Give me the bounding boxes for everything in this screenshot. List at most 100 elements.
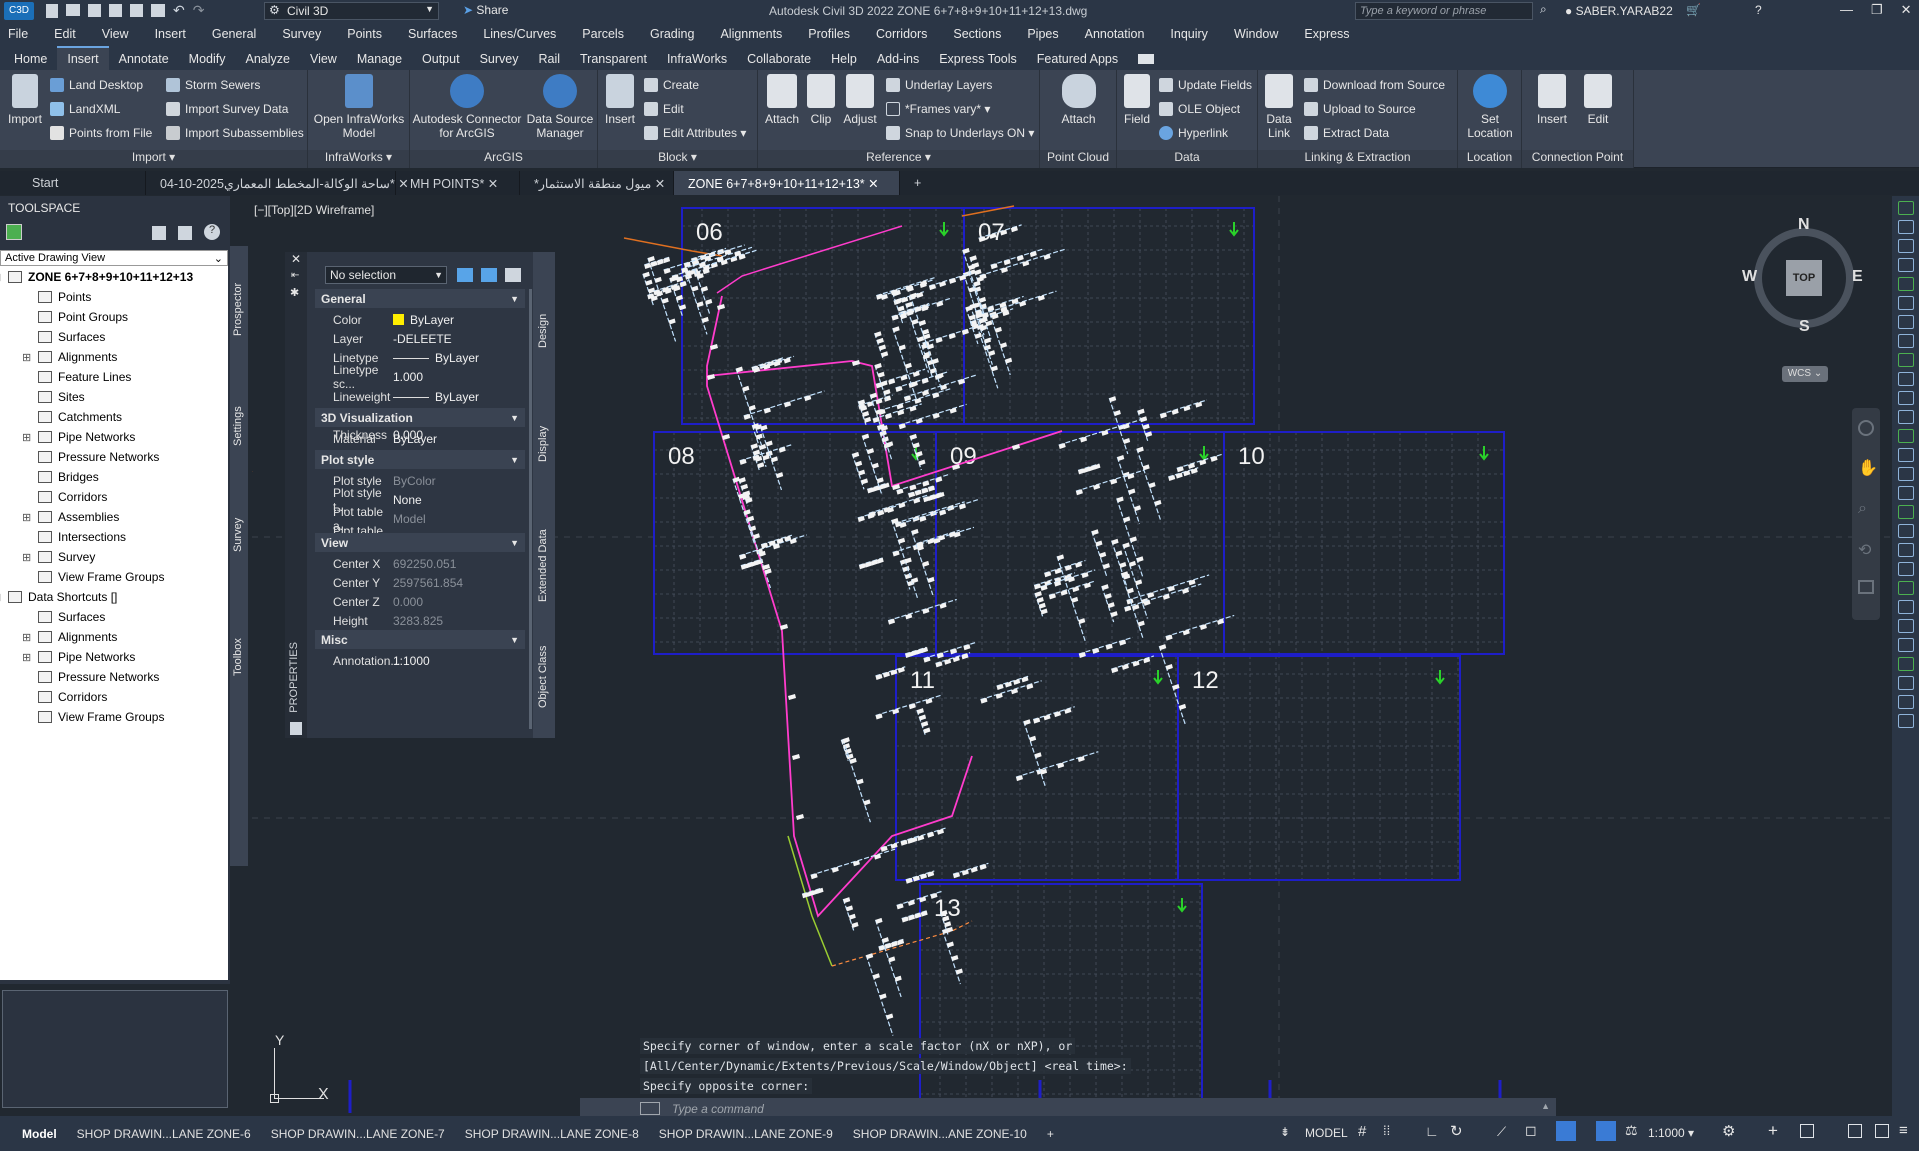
tree-item-assemblies[interactable]: ⊞ Assemblies bbox=[22, 510, 119, 524]
palette-tool-icon[interactable] bbox=[1897, 372, 1914, 386]
field-button[interactable]: Field bbox=[1119, 74, 1155, 126]
property-value[interactable]: Model bbox=[389, 512, 525, 526]
minimize-icon[interactable]: — bbox=[1840, 2, 1853, 18]
points-from-file-button[interactable]: Points from File bbox=[50, 126, 152, 140]
layout-tab-model[interactable]: Model bbox=[12, 1127, 67, 1141]
menu-sections[interactable]: Sections bbox=[953, 27, 1001, 41]
layout-tab-zone-7[interactable]: SHOP DRAWIN...LANE ZONE-7 bbox=[261, 1127, 455, 1141]
tree-item-data-shortcuts[interactable]: ⊟Data Shortcuts [] bbox=[0, 590, 117, 604]
tree-item-pressure-networks[interactable]: Pressure Networks bbox=[38, 450, 159, 464]
tab-manage[interactable]: Manage bbox=[347, 48, 412, 70]
category-viz[interactable]: 3D Visualization ▼ bbox=[315, 408, 525, 427]
connection-insert-button[interactable]: Insert bbox=[1532, 74, 1572, 126]
side-tab-toolbox[interactable]: Toolbox bbox=[232, 606, 244, 676]
tree-item-pipe-networks[interactable]: ⊞ Pipe Networks bbox=[22, 650, 135, 664]
item-view-icon[interactable] bbox=[178, 226, 192, 240]
palette-tool-icon[interactable] bbox=[1897, 353, 1914, 367]
command-recent-icon[interactable] bbox=[640, 1102, 660, 1115]
showmotion-icon[interactable] bbox=[1858, 580, 1874, 594]
search-icon[interactable]: ⌕ bbox=[1540, 2, 1547, 17]
menu-insert[interactable]: Insert bbox=[155, 27, 186, 41]
command-expand-icon[interactable]: ▲ bbox=[1541, 1101, 1550, 1111]
menu-general[interactable]: General bbox=[212, 27, 256, 41]
palette-tool-icon[interactable] bbox=[1897, 220, 1914, 234]
workspace-gear-icon[interactable]: ⚙ bbox=[1722, 1122, 1735, 1140]
attach-button[interactable]: Attach bbox=[762, 74, 802, 126]
share-button[interactable]: ➤ Share bbox=[463, 3, 508, 17]
tree-item-alignments[interactable]: ⊞ Alignments bbox=[22, 350, 117, 364]
property-value[interactable]: ByLayer bbox=[389, 390, 525, 404]
snap-to-underlays-dropdown[interactable]: Snap to Underlays ON ▾ bbox=[886, 126, 1034, 140]
property-row-height[interactable]: Height 3283.825 bbox=[315, 612, 525, 631]
tab-analyze[interactable]: Analyze bbox=[235, 48, 299, 70]
selection-dropdown[interactable]: No selection ▼ bbox=[325, 266, 447, 284]
expand-toggle-icon[interactable]: ⊞ bbox=[22, 511, 31, 524]
tree-item-survey[interactable]: ⊞ Survey bbox=[22, 550, 95, 564]
tab-display[interactable]: Display bbox=[537, 402, 549, 462]
osnap-icon[interactable]: ◻ bbox=[1525, 1122, 1537, 1139]
panel-title-block[interactable]: Block ▾ bbox=[598, 150, 757, 168]
viewport-controls[interactable]: [−][Top][2D Wireframe] bbox=[254, 203, 374, 217]
close-tab-icon[interactable]: ✕ bbox=[868, 177, 878, 191]
compass-east[interactable]: E bbox=[1852, 268, 1863, 286]
tree-item-catchments[interactable]: Catchments bbox=[38, 410, 122, 424]
import-subassemblies-button[interactable]: Import Subassemblies bbox=[166, 126, 304, 140]
property-row-material[interactable]: Material ByLayer bbox=[315, 429, 525, 448]
steering-wheel-icon[interactable] bbox=[1858, 420, 1874, 436]
doc-tab-investment-slopes[interactable]: *ميول منطقة الاستثمار ✕ bbox=[520, 171, 674, 195]
grid-icon[interactable]: # bbox=[1358, 1123, 1366, 1140]
land-desktop-button[interactable]: Land Desktop bbox=[50, 78, 143, 92]
edit-attributes-button[interactable]: Edit Attributes ▾ bbox=[644, 126, 746, 140]
expand-toggle-icon[interactable]: ⊞ bbox=[22, 551, 31, 564]
side-tab-survey[interactable]: Survey bbox=[232, 492, 244, 552]
property-value[interactable]: 3283.825 bbox=[389, 614, 525, 628]
palette-tool-icon[interactable] bbox=[1897, 239, 1914, 253]
property-value[interactable]: 1.000 bbox=[389, 370, 525, 384]
compass-north[interactable]: N bbox=[1798, 216, 1810, 234]
menu-corridors[interactable]: Corridors bbox=[876, 27, 927, 41]
palette-tool-icon[interactable] bbox=[1897, 315, 1914, 329]
set-location-button[interactable]: Set Location bbox=[1462, 74, 1518, 140]
tree-item-sites[interactable]: Sites bbox=[38, 390, 85, 404]
palette-settings-icon[interactable]: ✱ bbox=[290, 286, 299, 299]
side-tab-prospector[interactable]: Prospector bbox=[232, 256, 244, 336]
expand-toggle-icon[interactable]: ⊞ bbox=[22, 651, 31, 664]
tree-item-alignments[interactable]: ⊞ Alignments bbox=[22, 630, 117, 644]
underlay-layers-button[interactable]: Underlay Layers bbox=[886, 78, 992, 92]
menu-lines-curves[interactable]: Lines/Curves bbox=[483, 27, 556, 41]
tab-help[interactable]: Help bbox=[821, 48, 867, 70]
palette-tool-icon[interactable] bbox=[1897, 543, 1914, 557]
palette-tool-icon[interactable] bbox=[1897, 657, 1914, 671]
doc-tab-architectural-plan[interactable]: 04-10-2025ساحة الوكالة-المخطط المعماري* … bbox=[146, 171, 409, 195]
menu-annotation[interactable]: Annotation bbox=[1085, 27, 1145, 41]
insert-block-button[interactable]: Insert bbox=[602, 74, 638, 126]
open-infraworks-model-button[interactable]: Open InfraWorks Model bbox=[312, 74, 406, 140]
viewcube-top-face[interactable]: TOP bbox=[1786, 260, 1822, 296]
save-web-icon[interactable] bbox=[130, 4, 143, 17]
data-source-manager-button[interactable]: Data Source Manager bbox=[524, 74, 596, 140]
collapse-icon[interactable]: ▼ bbox=[510, 635, 519, 645]
viewcube[interactable]: TOP N S E W bbox=[1742, 216, 1864, 338]
layout-tab-zone-8[interactable]: SHOP DRAWIN...LANE ZONE-8 bbox=[455, 1127, 649, 1141]
property-row-lineweight[interactable]: Lineweight ByLayer bbox=[315, 387, 525, 406]
import-button[interactable]: Import bbox=[4, 74, 46, 126]
tab-home[interactable]: Home bbox=[4, 48, 57, 70]
palette-tool-icon[interactable] bbox=[1897, 505, 1914, 519]
property-row-center-y[interactable]: Center Y 2597561.854 bbox=[315, 573, 525, 592]
app-logo[interactable]: C3D bbox=[4, 2, 34, 20]
model-space-button[interactable]: MODEL bbox=[1305, 1126, 1348, 1140]
hyperlink-button[interactable]: Hyperlink bbox=[1159, 126, 1228, 140]
palette-tool-icon[interactable] bbox=[1897, 524, 1914, 538]
quick-select-icon[interactable] bbox=[505, 268, 521, 282]
palette-tool-icon[interactable] bbox=[1897, 277, 1914, 291]
palette-tool-icon[interactable] bbox=[1897, 467, 1914, 481]
menu-profiles[interactable]: Profiles bbox=[808, 27, 850, 41]
tree-item-corridors[interactable]: Corridors bbox=[38, 490, 107, 504]
property-value[interactable]: 1:1000 bbox=[389, 654, 525, 668]
frames-vary-dropdown[interactable]: *Frames vary* ▾ bbox=[886, 102, 990, 116]
tree-item-pressure-networks[interactable]: Pressure Networks bbox=[38, 670, 159, 684]
property-row-center-x[interactable]: Center X 692250.051 bbox=[315, 554, 525, 573]
property-value[interactable]: 2597561.854 bbox=[389, 576, 525, 590]
menu-survey[interactable]: Survey bbox=[282, 27, 321, 41]
clean-screen-icon[interactable] bbox=[1875, 1124, 1889, 1138]
